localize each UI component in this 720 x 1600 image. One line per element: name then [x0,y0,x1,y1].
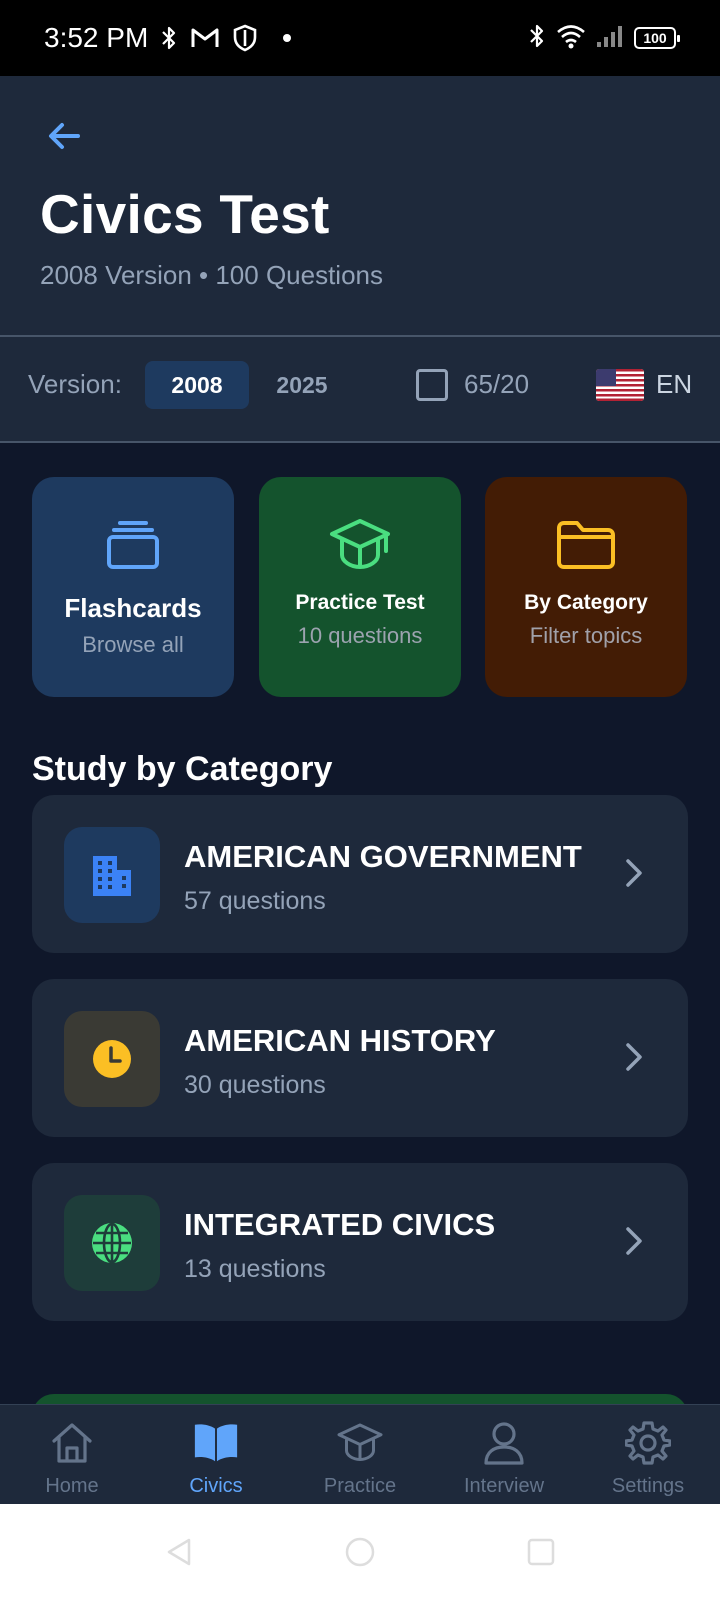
chevron-right-icon [616,1039,652,1075]
page-subtitle: 2008 Version • 100 Questions [40,260,384,290]
nav-interview[interactable]: Interview [432,1405,576,1504]
by-category-title: By Category [524,591,648,614]
building-icon [93,856,131,896]
section-title: Study by Category [32,750,333,788]
globe-icon [92,1222,132,1264]
page-header: Civics Test 2008 Version • 100 Questions [0,76,720,337]
app-screen: Civics Test 2008 Version • 100 Questions… [0,76,720,1504]
graduation-cap-icon [336,1419,384,1467]
nav-label: Home [45,1475,99,1497]
cards-stack-icon [101,513,165,577]
nav-label: Practice [323,1475,397,1497]
category-name: INTEGRATED CIVICS [184,1207,496,1242]
system-home-button[interactable] [342,1534,378,1570]
flashcards-title: Flashcards [64,593,202,623]
six-five-twenty-label[interactable]: 65/20 [464,369,529,400]
user-icon [480,1419,528,1467]
nav-home[interactable]: Home [0,1405,144,1504]
category-count: 57 questions [184,887,326,915]
category-name: AMERICAN GOVERNMENT [184,839,582,874]
gear-icon [624,1419,672,1467]
practice-test-tile[interactable]: Practice Test 10 questions [259,477,461,697]
nav-settings[interactable]: Settings [576,1405,720,1504]
home-icon [48,1419,96,1467]
status-bar: 3:52 PM 100 [0,0,720,76]
page-title: Civics Test [40,183,330,245]
by-category-subtitle: Filter topics [529,623,643,648]
nav-label: Settings [611,1475,685,1497]
category-card-integrated-civics[interactable]: INTEGRATED CIVICS 13 questions [32,1163,688,1321]
quick-actions: Flashcards Browse all Practice Test 10 q… [32,477,688,697]
dot-icon [282,33,292,43]
flashcards-tile[interactable]: Flashcards Browse all [32,477,234,697]
category-name: AMERICAN HISTORY [184,1023,496,1058]
nav-label: Civics [189,1475,243,1497]
bottom-nav: Home Civics Practice Interview Settings [0,1404,720,1504]
six-five-twenty-checkbox[interactable] [416,369,448,401]
practice-test-subtitle: 10 questions [297,623,423,648]
category-count: 13 questions [184,1255,326,1283]
version-label: Version: [28,369,122,399]
bluetooth-icon [160,25,178,51]
system-recents-button[interactable] [523,1534,559,1570]
signal-icon [596,24,624,53]
clock-icon [93,1040,131,1078]
book-open-icon [192,1419,240,1467]
graduation-cap-icon [328,513,392,577]
battery-indicator: 100 [634,27,680,49]
category-count: 30 questions [184,1071,326,1099]
category-icon-box [64,827,160,923]
category-icon-box [64,1195,160,1291]
language-label[interactable]: EN [656,369,692,400]
status-right: 100 [528,23,680,54]
us-flag-icon[interactable] [596,369,644,401]
category-icon-box [64,1011,160,1107]
nav-label: Interview [463,1475,545,1497]
practice-test-title: Practice Test [295,591,425,614]
by-category-tile[interactable]: By Category Filter topics [485,477,687,697]
nav-civics[interactable]: Civics [144,1405,288,1504]
bluetooth-icon [528,23,546,54]
shield-icon [232,24,258,52]
arrow-left-icon [49,123,80,149]
system-back-button[interactable] [161,1534,197,1570]
status-time: 3:52 PM [44,22,149,53]
version-2008-button[interactable]: 2008 [145,361,249,409]
category-card-american-history[interactable]: AMERICAN HISTORY 30 questions [32,979,688,1137]
chevron-right-icon [616,855,652,891]
version-bar: Version: 2008 2025 65/20 EN [0,337,720,443]
back-button[interactable] [38,110,90,162]
folder-icon [554,513,618,577]
chevron-right-icon [616,1223,652,1259]
version-2025-button[interactable]: 2025 [250,361,354,409]
flashcards-subtitle: Browse all [82,632,184,657]
category-card-american-government[interactable]: AMERICAN GOVERNMENT 57 questions [32,795,688,953]
wifi-icon [556,23,586,54]
nav-practice[interactable]: Practice [288,1405,432,1504]
gmail-icon [190,26,220,50]
system-nav-bar [0,1504,720,1600]
